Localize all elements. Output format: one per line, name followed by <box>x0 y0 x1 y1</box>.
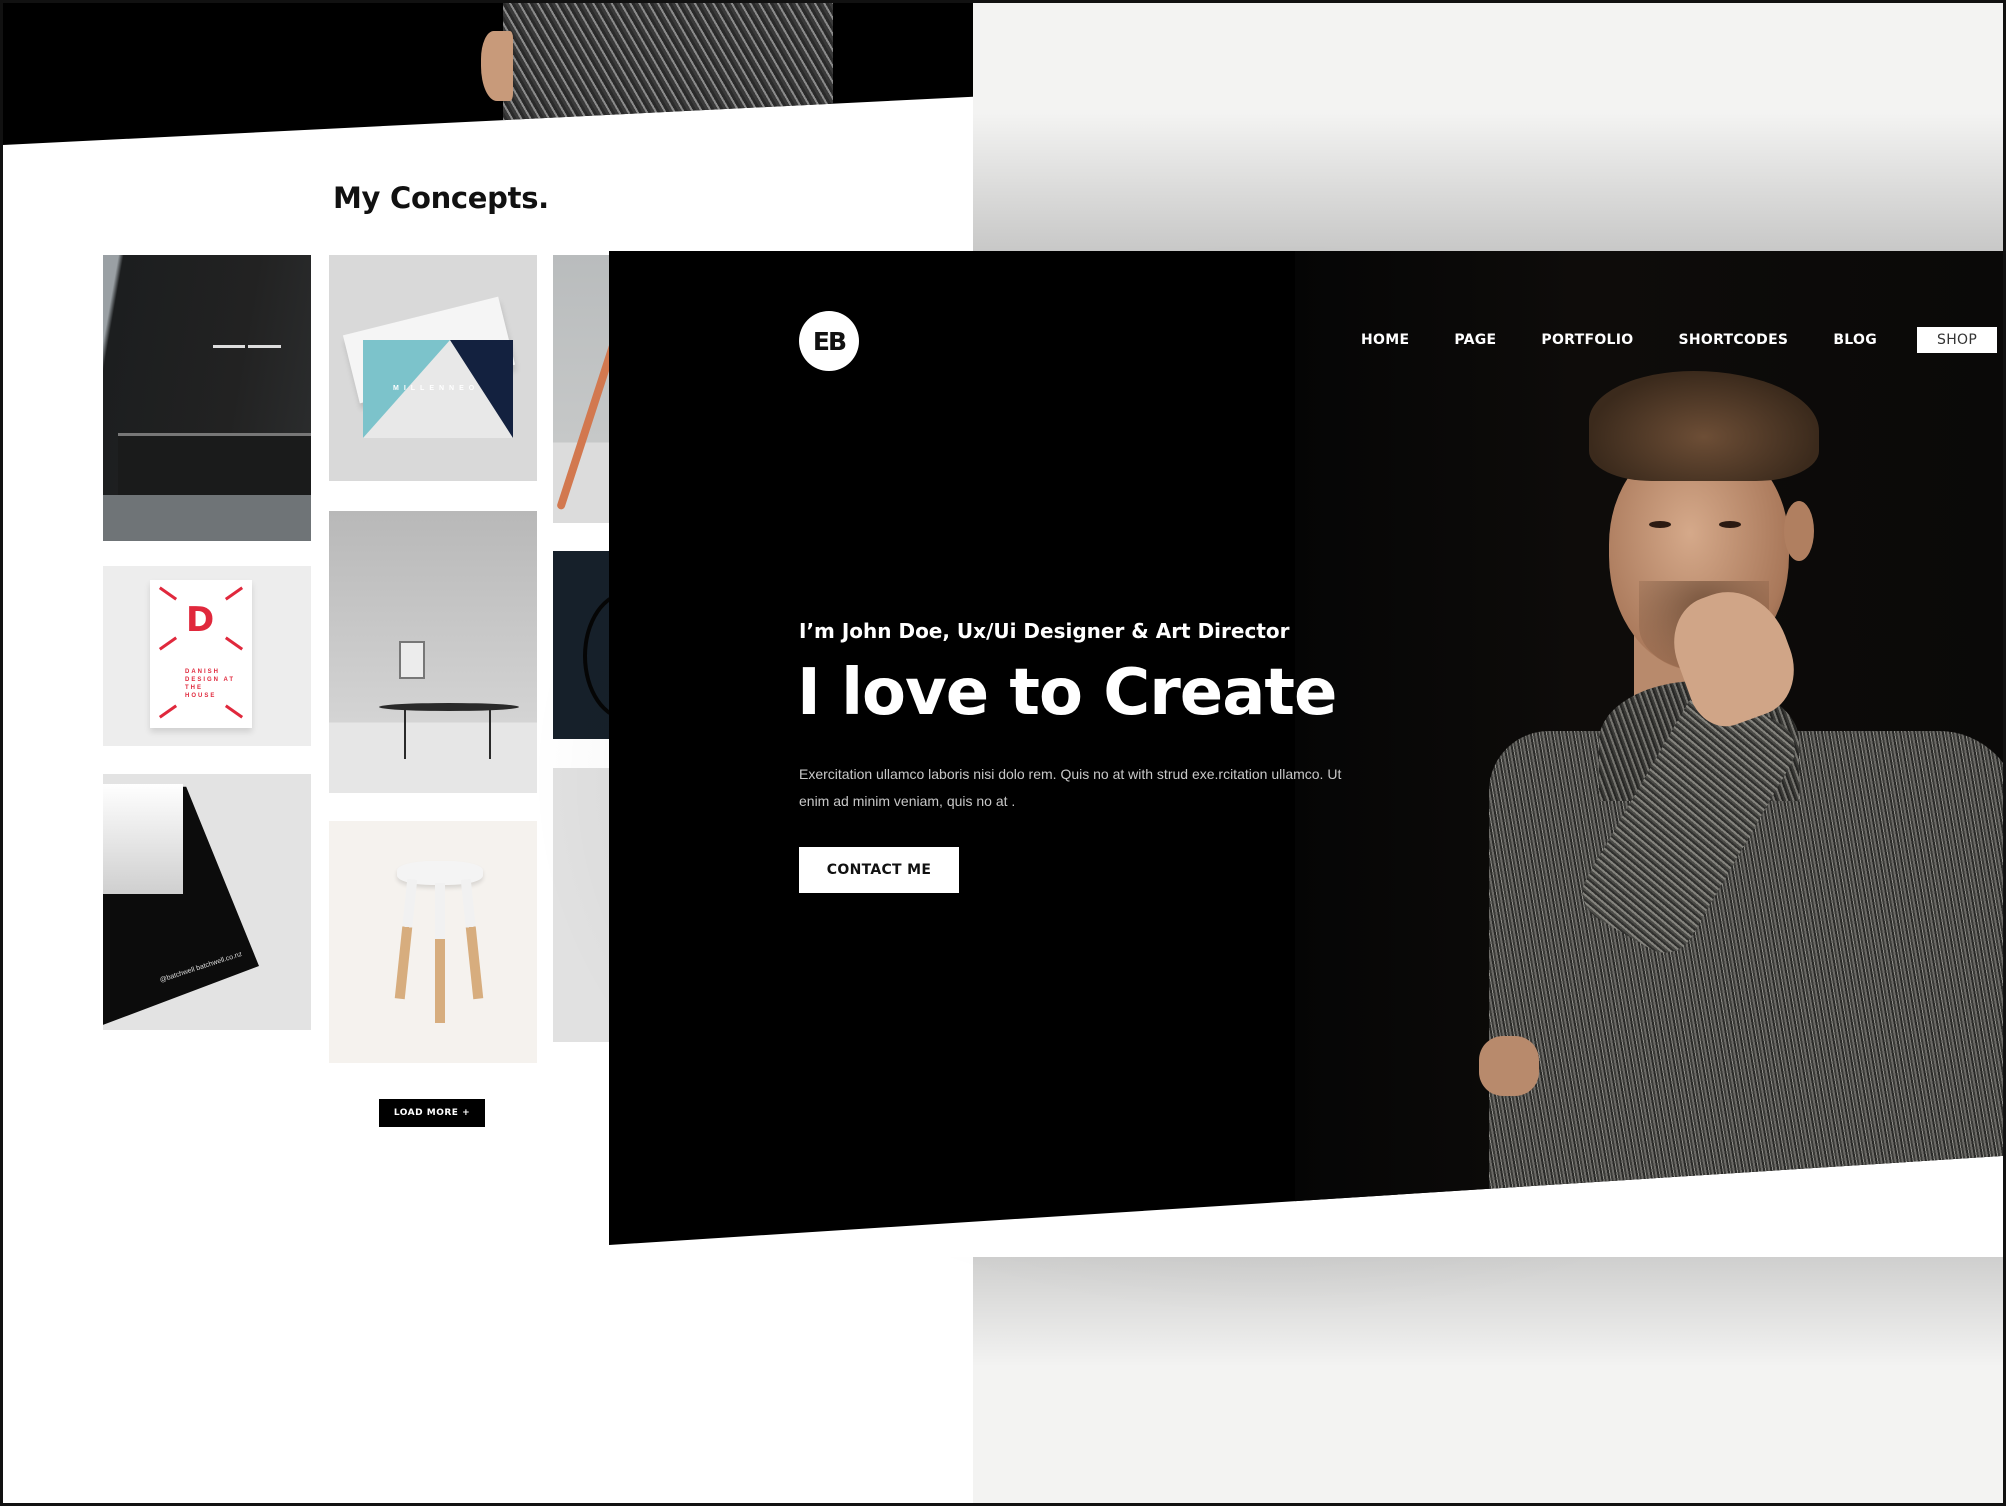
stool-leg <box>435 883 445 1023</box>
poster-letter: D <box>186 600 215 640</box>
main-nav: HOME PAGE PORTFOLIO SHORTCODES BLOG SHOP <box>1361 327 1998 353</box>
kitchen-counter <box>118 433 311 495</box>
nav-home[interactable]: HOME <box>1361 332 1409 348</box>
eye <box>1719 521 1741 528</box>
poster-mark <box>224 636 244 651</box>
portfolio-tile-room[interactable] <box>329 511 537 793</box>
poster-mark <box>224 586 244 601</box>
sweater-image-fragment <box>503 3 833 143</box>
poster-mark <box>158 704 178 719</box>
light-fixture <box>213 345 245 348</box>
contact-me-button[interactable]: CONTACT ME <box>799 847 959 893</box>
nav-shortcodes[interactable]: SHORTCODES <box>1678 332 1788 348</box>
card-front: MILLENNEO <box>363 340 513 438</box>
table-leg <box>489 709 491 759</box>
folded-white-card <box>103 784 183 894</box>
hero-headline: I love to Create <box>797 656 1337 730</box>
portfolio-tile-folded-card[interactable]: @batchwell batchwell.co.nz <box>103 774 311 1030</box>
stool-leg <box>460 878 484 1000</box>
hero-section: EB HOME PAGE PORTFOLIO SHORTCODES BLOG S… <box>609 251 2003 1245</box>
poster-text: DANISH DESIGN AT THE HOUSE <box>185 669 236 699</box>
nav-page[interactable]: PAGE <box>1454 332 1496 348</box>
load-more-button[interactable]: LOAD MORE + <box>379 1099 485 1127</box>
poster-mark <box>158 636 178 651</box>
logo[interactable]: EB <box>799 311 859 371</box>
poster-sheet: D DANISH DESIGN AT THE HOUSE <box>150 580 252 728</box>
portfolio-tile-kitchen[interactable] <box>103 255 311 541</box>
light-fixture <box>248 345 281 348</box>
stool-leg <box>394 878 418 1000</box>
portfolio-tile-stool[interactable] <box>329 821 537 1063</box>
hero-description: Exercitation ullamco laboris nisi dolo r… <box>799 766 1342 809</box>
table <box>379 703 519 711</box>
mirror <box>399 641 425 679</box>
nav-portfolio[interactable]: PORTFOLIO <box>1541 332 1633 348</box>
hair <box>1589 371 1819 481</box>
portrait-photo <box>1479 371 2003 1245</box>
poster-mark <box>158 586 178 601</box>
poster-mark <box>224 704 244 719</box>
eye <box>1649 521 1671 528</box>
floor <box>103 495 311 541</box>
card-brand-text: MILLENNEO <box>393 385 480 392</box>
shadow-top <box>973 113 2003 253</box>
ear <box>1784 501 1814 561</box>
hand-image-fragment <box>481 31 513 101</box>
nav-blog[interactable]: BLOG <box>1833 332 1877 348</box>
back-hero-banner <box>3 3 973 145</box>
nav-shop-button[interactable]: SHOP <box>1917 327 1998 353</box>
portfolio-tile-poster[interactable]: D DANISH DESIGN AT THE HOUSE <box>103 566 311 746</box>
portfolio-tile-business-card[interactable]: MILLENNEO <box>329 255 537 481</box>
front-page-hero: EB HOME PAGE PORTFOLIO SHORTCODES BLOG S… <box>609 251 2003 1257</box>
screenshot-frame: My Concepts. MILLENNEO D DANISH DESIGN A… <box>0 0 2006 1506</box>
table-leg <box>404 709 406 759</box>
crossed-arm-hand <box>1479 1036 1539 1096</box>
intro-subtitle: I’m John Doe, Ux/Ui Designer & Art Direc… <box>799 619 1290 643</box>
section-title: My Concepts. <box>333 181 549 215</box>
